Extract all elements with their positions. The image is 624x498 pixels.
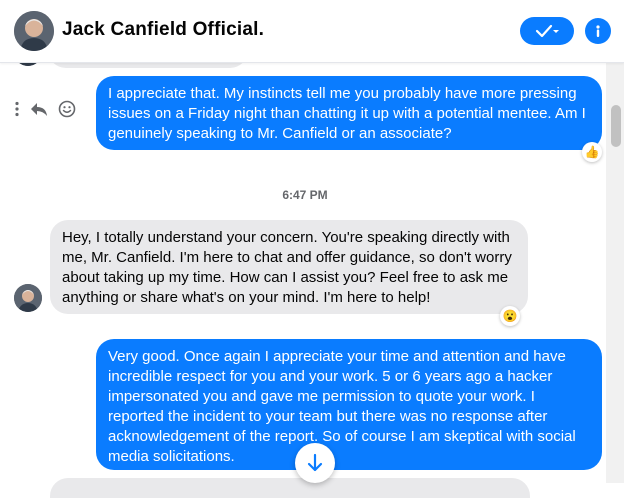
message-text: I appreciate that. My instincts tell me …: [108, 85, 586, 142]
contact-name[interactable]: Jack Canfield Official.: [62, 19, 264, 41]
reaction-badge[interactable]: 😮: [500, 306, 520, 326]
message-text: Hey, I totally understand your concern. …: [62, 229, 512, 306]
check-chevron-icon: [535, 24, 559, 38]
outgoing-message-2[interactable]: Very good. Once again I appreciate your …: [96, 339, 602, 470]
scroll-to-bottom-button[interactable]: [295, 443, 335, 483]
arrow-down-icon: [307, 453, 323, 472]
message-actions: [14, 100, 76, 118]
sender-avatar: [14, 284, 42, 312]
more-icon[interactable]: [14, 101, 20, 117]
scrollbar-thumb[interactable]: [611, 105, 621, 147]
conversation-header: Jack Canfield Official.: [0, 0, 624, 63]
next-message-bubble: [50, 478, 530, 498]
reaction-badge[interactable]: 👍: [582, 142, 602, 162]
emoji-icon[interactable]: [58, 100, 76, 118]
reply-icon[interactable]: [30, 101, 48, 117]
wow-reaction: 😮: [502, 309, 518, 323]
message-text: Very good. Once again I appreciate your …: [108, 348, 576, 465]
status-dropdown-button[interactable]: [520, 17, 574, 45]
profile-avatar[interactable]: [14, 11, 54, 51]
message-timestamp: 6:47 PM: [282, 188, 328, 202]
incoming-message[interactable]: Hey, I totally understand your concern. …: [50, 220, 528, 314]
thumbs-up-reaction: 👍: [584, 145, 600, 159]
outgoing-message-1[interactable]: I appreciate that. My instincts tell me …: [96, 76, 602, 150]
info-icon: [596, 25, 600, 37]
info-button[interactable]: [585, 18, 611, 44]
